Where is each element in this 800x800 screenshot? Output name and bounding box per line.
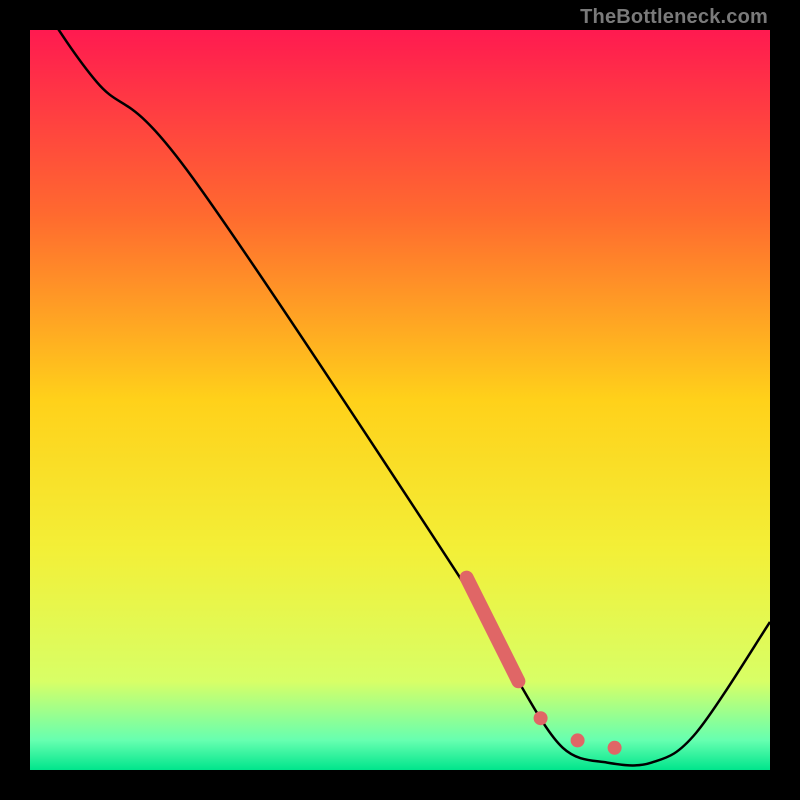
plot-area <box>30 30 770 770</box>
highlight-dot <box>534 711 548 725</box>
highlight-dot <box>608 741 622 755</box>
chart-svg <box>30 30 770 770</box>
chart-frame: TheBottleneck.com <box>0 0 800 800</box>
watermark-text: TheBottleneck.com <box>580 6 768 29</box>
highlight-dot <box>571 733 585 747</box>
gradient-background <box>30 30 770 770</box>
